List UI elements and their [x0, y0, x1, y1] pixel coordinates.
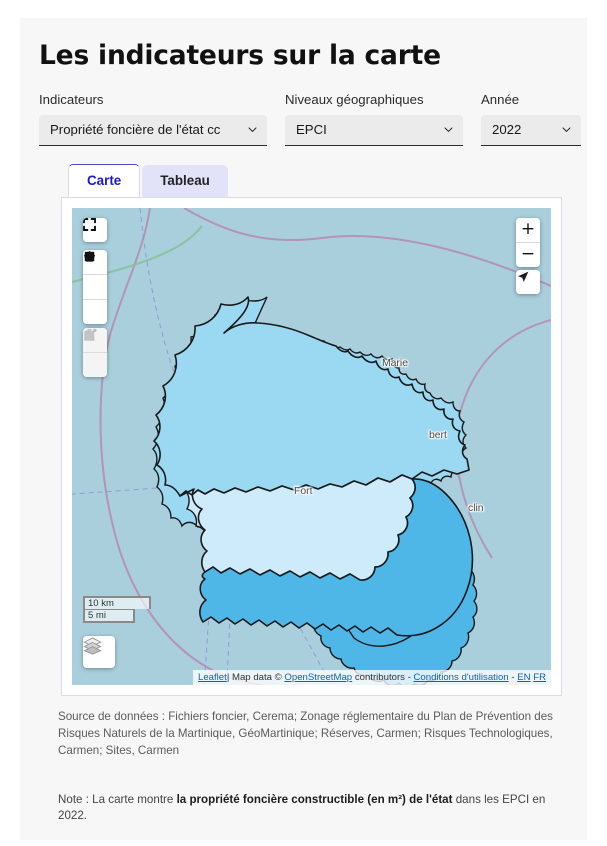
attribution-mapdata: Map data © [231, 671, 282, 683]
map-layers-control[interactable] [83, 635, 115, 668]
select-niveaux-value: EPCI [296, 123, 327, 137]
tab-carte-label: Carte [87, 172, 122, 188]
trash-icon [84, 328, 95, 341]
attribution-dash1: - [407, 671, 411, 683]
select-indicateurs-value: Propriété foncière de l'état cc [50, 123, 221, 137]
zoom-out-button[interactable]: − [516, 241, 540, 267]
map-label-vauclin: clin [468, 502, 484, 514]
layers-button[interactable] [83, 635, 115, 668]
map-panel: + − 10 km 5 mi Marie bert clin Fort Leaf… [61, 196, 562, 696]
page-title: Les indicateurs sur la carte [39, 40, 441, 71]
filter-annee: Année 2022 [481, 92, 581, 146]
select-annee[interactable]: 2022 [481, 114, 581, 146]
chevron-down-icon [562, 127, 571, 133]
attribution-terms-link[interactable]: Conditions d'utilisation [413, 672, 508, 683]
fullscreen-icon [83, 217, 96, 231]
content-card: Les indicateurs sur la carte Indicateurs… [20, 18, 587, 840]
source-note: Source de données : Fichiers foncier, Ce… [58, 709, 553, 757]
locate-button[interactable] [516, 269, 540, 294]
map-attribution: Leaflet| Map data © OpenStreetMap contri… [193, 669, 551, 685]
map-zoom-control[interactable]: + − [516, 217, 540, 267]
filter-label-annee: Année [481, 92, 520, 107]
tab-carte[interactable]: Carte [68, 163, 141, 197]
attribution-osm-link[interactable]: OpenStreetMap [284, 672, 352, 683]
chevron-down-icon [444, 127, 453, 133]
scale-imperial: 5 mi [83, 608, 135, 623]
zoom-in-label: + [520, 219, 536, 240]
draw-circle-button[interactable] [83, 251, 107, 324]
scale-metric: 10 km [83, 595, 151, 609]
filter-label-indicateurs: Indicateurs [39, 92, 104, 107]
circle-icon [84, 251, 95, 262]
zoom-in-button[interactable]: + [516, 217, 540, 242]
locate-arrow-icon [518, 271, 529, 282]
zoom-out-label: − [520, 244, 536, 265]
select-annee-value: 2022 [492, 123, 522, 137]
filter-bar: Indicateurs Propriété foncière de l'état… [20, 71, 587, 146]
bottom-note: Note : La carte montre la propriété fonc… [20, 759, 587, 824]
leaflet-map[interactable]: + − 10 km 5 mi Marie bert clin Fort Leaf… [72, 207, 551, 685]
bottom-note-prefix: Note : La carte montre [58, 792, 177, 806]
map-fullscreen-control[interactable] [83, 217, 107, 242]
map-locate-control[interactable] [516, 269, 540, 294]
filter-label-niveaux: Niveaux géographiques [285, 92, 424, 107]
delete-shapes-button[interactable] [83, 328, 107, 377]
map-edit-control[interactable] [83, 327, 107, 377]
tab-bar: Carte Tableau [20, 146, 587, 197]
chevron-down-icon [248, 127, 257, 133]
bottom-note-bold: la propriété foncière constructible (en … [176, 792, 453, 806]
epci-cap-nord-shape [153, 296, 470, 497]
attribution-lang-fr[interactable]: FR [533, 672, 546, 683]
select-niveaux-geographiques[interactable]: EPCI [285, 114, 463, 146]
attribution-lang-en[interactable]: EN [517, 672, 530, 683]
filter-niveaux-geographiques: Niveaux géographiques EPCI [285, 92, 463, 146]
tab-tableau-label: Tableau [160, 172, 210, 188]
attribution-leaflet-link[interactable]: Leaflet [198, 672, 227, 683]
layers-icon [83, 637, 102, 655]
attribution-dash2: - [511, 671, 515, 683]
filter-indicateurs: Indicateurs Propriété foncière de l'état… [39, 92, 267, 146]
attribution-sep1: | [226, 671, 230, 683]
select-indicateurs[interactable]: Propriété foncière de l'état cc [39, 114, 267, 146]
map-label-robert: bert [429, 429, 447, 441]
map-label-fort-de-france: Fort [294, 485, 313, 497]
tab-tableau[interactable]: Tableau [142, 164, 228, 197]
attribution-contributors: contributors [354, 671, 405, 683]
map-label-marie: Marie [382, 357, 408, 369]
draw-rectangle-button[interactable] [83, 251, 107, 299]
map-scale-bar: 10 km 5 mi [83, 595, 151, 623]
fullscreen-button[interactable] [83, 217, 107, 242]
map-draw-control[interactable] [83, 249, 107, 324]
page-root: Les indicateurs sur la carte Indicateurs… [0, 0, 607, 846]
